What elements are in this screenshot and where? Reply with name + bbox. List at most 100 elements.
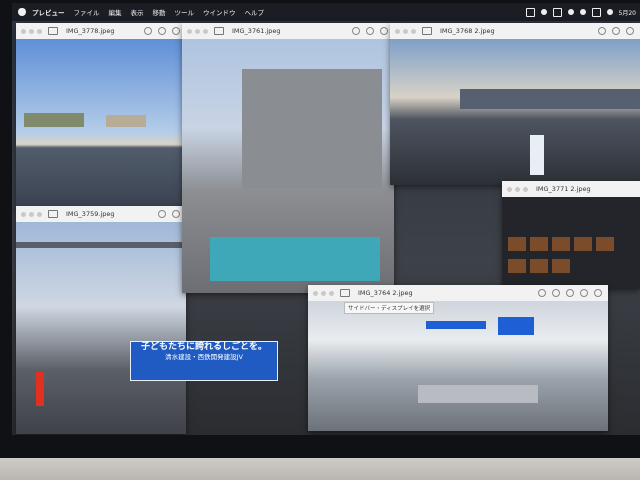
photo-viaduct — [460, 89, 640, 109]
window-controls — [507, 186, 528, 192]
preview-window-img3761[interactable]: IMG_3761.jpeg — [182, 23, 394, 293]
photo-blue-sign — [498, 317, 534, 335]
share-icon[interactable] — [594, 289, 602, 297]
photo-ticket-gates — [418, 385, 538, 403]
zoom-icon[interactable] — [37, 211, 42, 217]
close-icon[interactable] — [187, 28, 192, 34]
siri-icon[interactable] — [606, 9, 613, 15]
window-controls — [313, 290, 334, 296]
banner-sub-text: 清水建設・西鉄開発建設JV — [165, 353, 243, 362]
window-titlebar[interactable]: IMG_3761.jpeg — [182, 23, 394, 40]
photo-trees — [24, 113, 84, 127]
minimize-icon[interactable] — [321, 290, 326, 296]
preview-window-img3759[interactable]: IMG_3759.jpeg — [16, 206, 186, 434]
zoom-icon[interactable] — [523, 186, 528, 192]
photo-building — [106, 115, 146, 127]
sidebar-icon[interactable] — [48, 27, 58, 35]
window-toolbar — [538, 285, 602, 301]
close-icon[interactable] — [21, 28, 26, 34]
control-center-icon[interactable] — [591, 7, 601, 17]
zoom-in-icon[interactable] — [380, 27, 388, 35]
menu-app[interactable]: プレビュー — [32, 7, 65, 17]
minimize-icon[interactable] — [403, 28, 408, 34]
menu-view[interactable]: 表示 — [131, 7, 144, 17]
photo-station-concourse — [308, 301, 608, 431]
zoom-in-icon[interactable] — [172, 27, 180, 35]
window-toolbar — [144, 23, 180, 39]
window-titlebar[interactable]: IMG_3771 2.jpeg — [502, 181, 640, 198]
zoom-icon[interactable] — [329, 290, 334, 296]
menu-bar: プレビュー ファイル 編集 表示 移動 ツール ウインドウ ヘルプ 5月20 — [12, 3, 640, 21]
info-icon[interactable] — [598, 27, 606, 35]
sidebar-icon[interactable] — [422, 27, 432, 35]
screen: プレビュー ファイル 編集 表示 移動 ツール ウインドウ ヘルプ 5月20 I… — [12, 3, 640, 435]
window-title: IMG_3759.jpeg — [66, 210, 115, 218]
sidebar-icon[interactable] — [214, 27, 224, 35]
search-icon[interactable] — [579, 9, 586, 15]
photo-food-item — [530, 259, 548, 273]
sidebar-icon[interactable] — [340, 289, 350, 297]
zoom-out-icon[interactable] — [158, 27, 166, 35]
photo-blue-sign — [426, 321, 486, 329]
photo-food-item — [508, 259, 526, 273]
photo-station-building — [182, 39, 394, 293]
photo-food-item — [530, 237, 548, 251]
preview-window-img3778[interactable]: IMG_3778.jpeg — [16, 23, 186, 209]
preview-window-img3764[interactable]: IMG_3764 2.jpeg サイドバー・ディスプレイを選択 — [308, 285, 608, 431]
close-icon[interactable] — [21, 211, 26, 217]
info-icon[interactable] — [352, 27, 360, 35]
menu-window[interactable]: ウインドウ — [203, 7, 236, 17]
status-circle-icon[interactable] — [540, 9, 547, 15]
display-icon[interactable] — [552, 7, 562, 17]
zoom-icon[interactable] — [411, 28, 416, 34]
window-toolbar — [352, 23, 388, 39]
laptop-base — [0, 458, 640, 480]
menu-clock[interactable]: 5月20 — [619, 8, 636, 17]
apple-icon[interactable] — [18, 8, 26, 16]
zoom-icon[interactable] — [37, 28, 42, 34]
window-titlebar[interactable]: IMG_3768 2.jpeg — [390, 23, 640, 40]
close-icon[interactable] — [395, 28, 400, 34]
zoom-in-icon[interactable] — [626, 27, 634, 35]
window-controls — [21, 211, 42, 217]
close-icon[interactable] — [313, 290, 318, 296]
minimize-icon[interactable] — [195, 28, 200, 34]
preview-window-img3771[interactable]: IMG_3771 2.jpeg — [502, 181, 640, 289]
photo-parking-lot — [16, 39, 186, 209]
minimize-icon[interactable] — [515, 186, 520, 192]
close-icon[interactable] — [507, 186, 512, 192]
minimize-icon[interactable] — [29, 211, 34, 217]
info-icon[interactable] — [538, 289, 546, 297]
rotate-icon[interactable] — [580, 289, 588, 297]
wifi-icon[interactable] — [567, 9, 574, 15]
menu-go[interactable]: 移動 — [153, 7, 166, 17]
photo-food-item — [508, 237, 526, 251]
window-title: IMG_3771 2.jpeg — [536, 185, 591, 193]
info-icon[interactable] — [144, 27, 152, 35]
photo-station-platform — [16, 222, 186, 434]
photo-cone — [36, 372, 44, 406]
zoom-out-icon[interactable] — [552, 289, 560, 297]
window-titlebar[interactable]: IMG_3759.jpeg — [16, 206, 186, 223]
construction-banner: 子どもたちに誇れるしごとを。 清水建設・西鉄開発建設JV — [130, 341, 278, 381]
window-titlebar[interactable]: IMG_3778.jpeg — [16, 23, 186, 40]
menu-edit[interactable]: 編集 — [109, 7, 122, 17]
status-square-icon[interactable] — [525, 7, 535, 17]
sidebar-icon[interactable] — [48, 210, 58, 218]
zoom-out-icon[interactable] — [172, 210, 180, 218]
window-title: IMG_3764 2.jpeg — [358, 289, 413, 297]
minimize-icon[interactable] — [29, 28, 34, 34]
photo-food-item — [552, 237, 570, 251]
zoom-icon[interactable] — [203, 28, 208, 34]
zoom-out-icon[interactable] — [366, 27, 374, 35]
window-titlebar[interactable]: IMG_3764 2.jpeg — [308, 285, 608, 302]
photo-canopy — [16, 242, 186, 248]
menu-tools[interactable]: ツール — [175, 7, 195, 17]
preview-window-img3768[interactable]: IMG_3768 2.jpeg — [390, 23, 640, 185]
info-icon[interactable] — [158, 210, 166, 218]
menu-file[interactable]: ファイル — [74, 7, 100, 17]
menu-help[interactable]: ヘルプ — [245, 7, 265, 17]
zoom-out-icon[interactable] — [612, 27, 620, 35]
window-controls — [187, 28, 208, 34]
zoom-in-icon[interactable] — [566, 289, 574, 297]
